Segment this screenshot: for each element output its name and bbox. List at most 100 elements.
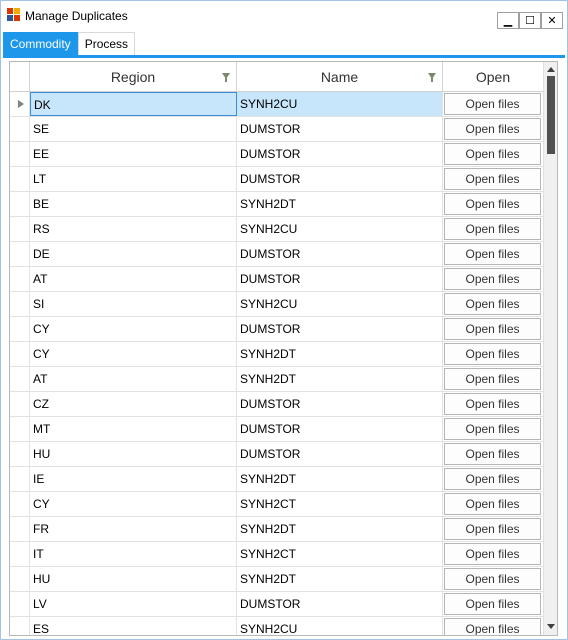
region-filter-icon[interactable]	[222, 73, 230, 82]
region-cell[interactable]: CY	[30, 317, 237, 341]
title-bar[interactable]: Manage Duplicates ▁ ☐ ✕	[1, 1, 567, 31]
region-cell[interactable]: ES	[30, 617, 237, 635]
region-cell[interactable]: HU	[30, 567, 237, 591]
row-header[interactable]	[10, 342, 30, 366]
open-files-button[interactable]: Open files	[444, 368, 541, 390]
open-files-button[interactable]: Open files	[444, 618, 541, 635]
table-row[interactable]: ES SYNH2CU Open files	[10, 617, 543, 635]
name-cell[interactable]: SYNH2DT	[237, 467, 443, 491]
name-cell[interactable]: DUMSTOR	[237, 317, 443, 341]
region-cell[interactable]: SE	[30, 117, 237, 141]
table-row[interactable]: LT DUMSTOR Open files	[10, 167, 543, 192]
name-cell[interactable]: SYNH2CU	[237, 217, 443, 241]
row-header[interactable]	[10, 367, 30, 391]
column-header-open[interactable]: Open	[443, 62, 543, 92]
table-row[interactable]: HU DUMSTOR Open files	[10, 442, 543, 467]
name-cell[interactable]: SYNH2DT	[237, 192, 443, 216]
open-files-button[interactable]: Open files	[444, 593, 541, 615]
table-row[interactable]: MT DUMSTOR Open files	[10, 417, 543, 442]
column-header-region[interactable]: Region	[30, 62, 237, 92]
open-files-button[interactable]: Open files	[444, 268, 541, 290]
table-row[interactable]: BE SYNH2DT Open files	[10, 192, 543, 217]
region-cell[interactable]: DE	[30, 242, 237, 266]
region-cell[interactable]: IE	[30, 467, 237, 491]
row-header[interactable]	[10, 217, 30, 241]
name-cell[interactable]: SYNH2CT	[237, 492, 443, 516]
name-cell[interactable]: DUMSTOR	[237, 592, 443, 616]
minimize-button[interactable]: ▁	[497, 12, 519, 29]
name-cell[interactable]: SYNH2CU	[237, 92, 443, 116]
table-row[interactable]: SE DUMSTOR Open files	[10, 117, 543, 142]
open-files-button[interactable]: Open files	[444, 218, 541, 240]
table-row[interactable]: HU SYNH2DT Open files	[10, 567, 543, 592]
region-cell[interactable]: RS	[30, 217, 237, 241]
row-header[interactable]	[10, 142, 30, 166]
table-row[interactable]: CY DUMSTOR Open files	[10, 317, 543, 342]
region-cell[interactable]: DK	[30, 92, 237, 116]
open-files-button[interactable]: Open files	[444, 193, 541, 215]
row-header[interactable]	[10, 467, 30, 491]
row-header[interactable]	[10, 317, 30, 341]
scroll-up-arrow-icon[interactable]	[547, 67, 555, 72]
name-cell[interactable]: SYNH2DT	[237, 342, 443, 366]
row-header[interactable]	[10, 517, 30, 541]
name-cell[interactable]: DUMSTOR	[237, 442, 443, 466]
row-header[interactable]	[10, 167, 30, 191]
region-cell[interactable]: CY	[30, 492, 237, 516]
open-files-button[interactable]: Open files	[444, 518, 541, 540]
row-header[interactable]	[10, 567, 30, 591]
row-header[interactable]	[10, 542, 30, 566]
table-row[interactable]: CY SYNH2DT Open files	[10, 342, 543, 367]
name-cell[interactable]: SYNH2DT	[237, 567, 443, 591]
row-header[interactable]	[10, 392, 30, 416]
name-cell[interactable]: DUMSTOR	[237, 392, 443, 416]
row-header[interactable]	[10, 267, 30, 291]
open-files-button[interactable]: Open files	[444, 543, 541, 565]
open-files-button[interactable]: Open files	[444, 168, 541, 190]
table-row[interactable]: CZ DUMSTOR Open files	[10, 392, 543, 417]
name-cell[interactable]: DUMSTOR	[237, 242, 443, 266]
region-cell[interactable]: SI	[30, 292, 237, 316]
row-header[interactable]	[10, 92, 30, 116]
name-cell[interactable]: SYNH2DT	[237, 517, 443, 541]
open-files-button[interactable]: Open files	[444, 93, 541, 115]
region-cell[interactable]: CZ	[30, 392, 237, 416]
name-cell[interactable]: SYNH2CU	[237, 292, 443, 316]
region-cell[interactable]: AT	[30, 367, 237, 391]
name-cell[interactable]: SYNH2CT	[237, 542, 443, 566]
table-row[interactable]: IE SYNH2DT Open files	[10, 467, 543, 492]
row-header[interactable]	[10, 242, 30, 266]
table-row[interactable]: AT DUMSTOR Open files	[10, 267, 543, 292]
row-header[interactable]	[10, 417, 30, 441]
maximize-button[interactable]: ☐	[519, 12, 541, 29]
region-cell[interactable]: LT	[30, 167, 237, 191]
row-header[interactable]	[10, 292, 30, 316]
name-cell[interactable]: SYNH2CU	[237, 617, 443, 635]
open-files-button[interactable]: Open files	[444, 318, 541, 340]
table-row[interactable]: DK SYNH2CU Open files	[10, 92, 543, 117]
table-row[interactable]: AT SYNH2DT Open files	[10, 367, 543, 392]
region-cell[interactable]: MT	[30, 417, 237, 441]
row-header[interactable]	[10, 117, 30, 141]
open-files-button[interactable]: Open files	[444, 568, 541, 590]
row-header[interactable]	[10, 617, 30, 635]
open-files-button[interactable]: Open files	[444, 343, 541, 365]
region-cell[interactable]: EE	[30, 142, 237, 166]
open-files-button[interactable]: Open files	[444, 243, 541, 265]
region-cell[interactable]: AT	[30, 267, 237, 291]
open-files-button[interactable]: Open files	[444, 143, 541, 165]
open-files-button[interactable]: Open files	[444, 118, 541, 140]
scroll-down-arrow-icon[interactable]	[547, 624, 555, 629]
table-row[interactable]: EE DUMSTOR Open files	[10, 142, 543, 167]
open-files-button[interactable]: Open files	[444, 293, 541, 315]
row-header[interactable]	[10, 492, 30, 516]
region-cell[interactable]: FR	[30, 517, 237, 541]
name-cell[interactable]: DUMSTOR	[237, 117, 443, 141]
row-header[interactable]	[10, 592, 30, 616]
open-files-button[interactable]: Open files	[444, 418, 541, 440]
table-row[interactable]: CY SYNH2CT Open files	[10, 492, 543, 517]
scroll-thumb[interactable]	[547, 76, 555, 154]
row-header[interactable]	[10, 192, 30, 216]
table-row[interactable]: LV DUMSTOR Open files	[10, 592, 543, 617]
open-files-button[interactable]: Open files	[444, 443, 541, 465]
